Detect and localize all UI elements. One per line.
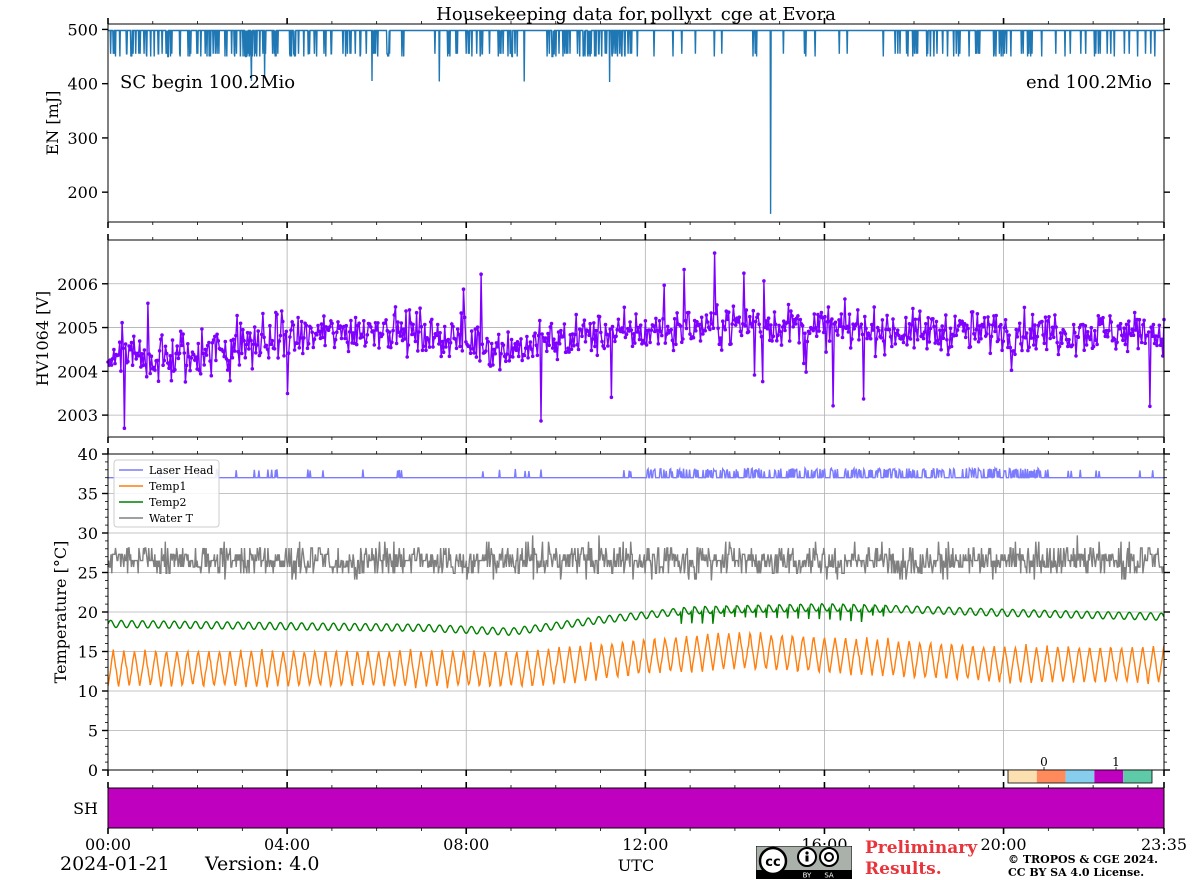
temperature-y-tick-label: 25 bbox=[78, 564, 98, 583]
hv1064-frame bbox=[107, 239, 1165, 438]
temperature-y-tick-label: 30 bbox=[78, 524, 98, 543]
shutter-band bbox=[108, 788, 1164, 828]
series-line-temp2 bbox=[107, 602, 1165, 636]
colorbar-tick-label: 0 bbox=[1040, 755, 1048, 769]
colorbar-tick-label: 1 bbox=[1112, 755, 1120, 769]
energy-annotation-begin: SC begin 100.2Mio bbox=[120, 72, 295, 93]
x-tick-label: 08:00 bbox=[443, 835, 489, 854]
colorbar-segment bbox=[1094, 770, 1124, 783]
hv1064-y-tick-label: 2004 bbox=[57, 362, 98, 381]
legend-label: Temp2 bbox=[149, 496, 186, 509]
housekeeping-figure: 200 300 400 5 0 0 EN [mJ] SC begin 100.2Mio end … bbox=[33, 18, 1187, 854]
hv1064-y-tick-label: 2006 bbox=[57, 275, 98, 294]
colorbar-segment bbox=[1123, 770, 1152, 783]
hv1064-y-tick-label: 2003 bbox=[57, 406, 98, 425]
shutter-y-axis-label: SH bbox=[73, 799, 98, 818]
cc-badge-sa: SA bbox=[824, 872, 834, 880]
date-label: 2024-01-21 bbox=[60, 853, 170, 875]
series-line-laser-head bbox=[108, 465, 1164, 479]
hv1064-y-tick-label: 2005 bbox=[57, 319, 98, 338]
hv1064-series-line bbox=[107, 253, 1165, 429]
copyright-line-1: © TROPOS & CGE 2024. bbox=[1008, 853, 1158, 866]
legend-label: Temp1 bbox=[149, 480, 186, 493]
copyright-line-2: CC BY SA 4.0 License. bbox=[1008, 866, 1145, 879]
temperature-y-tick-label: 15 bbox=[78, 643, 98, 662]
figure-title: Housekeeping data for pollyxt_cge at Evo… bbox=[436, 4, 836, 25]
energy-y-tick-label: 400 bbox=[67, 75, 98, 94]
energy-y-tick-label: 300 bbox=[67, 129, 98, 148]
energy-annotation-end: end 100.2Mio bbox=[1026, 72, 1152, 93]
temperature-y-tick-label: 20 bbox=[78, 603, 98, 622]
colorbar-segment bbox=[1036, 770, 1066, 783]
temperature-y-tick-label: 40 bbox=[78, 445, 98, 464]
copyright-notice: © TROPOS & CGE 2024. CC BY SA 4.0 Licens… bbox=[1008, 853, 1158, 879]
x-tick-label: 04:00 bbox=[264, 835, 310, 854]
colorbar-segment bbox=[1065, 770, 1095, 783]
hv1064-y-axis-label: HV1064 [V] bbox=[33, 291, 52, 386]
x-tick-label: 20:00 bbox=[981, 835, 1027, 854]
cc-badge-by: BY bbox=[803, 872, 812, 880]
series-line-temp1 bbox=[107, 630, 1165, 689]
temperature-y-tick-label: 35 bbox=[78, 485, 98, 504]
temperature-y-tick-label: 5 bbox=[88, 722, 98, 741]
x-tick-label: 00:00 bbox=[85, 835, 131, 854]
preliminary-line-2: Results. bbox=[865, 859, 942, 879]
series-line-water-t bbox=[107, 535, 1164, 581]
x-tick-label: 12:00 bbox=[622, 835, 668, 854]
energy-y-axis-label: EN [mJ] bbox=[43, 91, 62, 156]
preliminary-line-1: Preliminary bbox=[865, 838, 978, 858]
legend-label: Laser Head bbox=[149, 464, 213, 477]
temperature-y-axis-label: Temperature [°C] bbox=[51, 541, 70, 684]
x-tick-label: 23:35 bbox=[1141, 835, 1187, 854]
colorbar-segment bbox=[1008, 770, 1037, 783]
temperature-y-tick-label: 10 bbox=[78, 682, 98, 701]
temperature-legend: Laser Head Temp1 Temp2 Water T bbox=[113, 459, 220, 528]
temperature-y-tick-label: 0 bbox=[88, 761, 98, 780]
energy-frame bbox=[107, 23, 1165, 223]
energy-y-tick-label: 200 bbox=[67, 183, 98, 202]
svg-text:cc: cc bbox=[765, 855, 780, 870]
energy-series-line bbox=[108, 29, 1164, 214]
legend-label: Water T bbox=[149, 512, 194, 525]
cc-by-sa-icon: cc BY SA bbox=[756, 846, 852, 879]
version-label: Version: 4.0 bbox=[205, 853, 320, 875]
preliminary-notice: Preliminary Results. bbox=[865, 838, 977, 880]
x-axis-label: UTC bbox=[617, 856, 655, 875]
